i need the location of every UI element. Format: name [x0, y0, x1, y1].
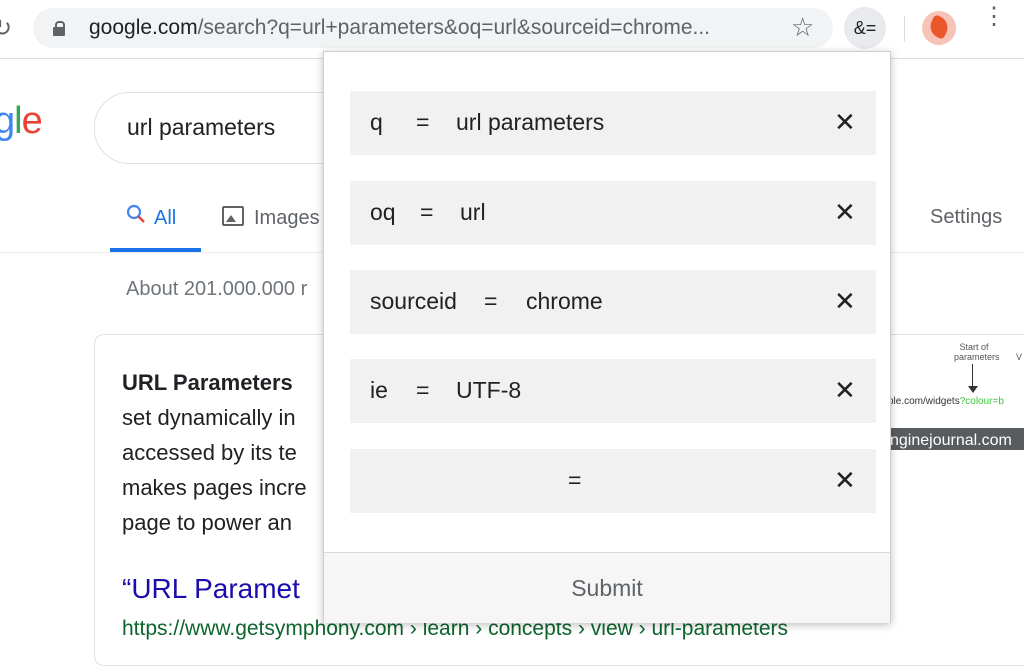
- remove-param-icon[interactable]: ✕: [834, 286, 856, 317]
- param-value[interactable]: chrome: [526, 288, 603, 315]
- param-key[interactable]: ie: [370, 377, 388, 404]
- image-url-param: ?colour=b: [959, 396, 1004, 407]
- tab-images[interactable]: Images: [222, 206, 320, 230]
- remove-param-icon[interactable]: ✕: [834, 375, 856, 406]
- param-key[interactable]: q: [370, 109, 383, 136]
- url-text[interactable]: google.com/search?q=url+parameters&oq=ur…: [89, 16, 710, 40]
- param-value[interactable]: url parameters: [456, 109, 604, 136]
- param-equals: =: [484, 288, 498, 314]
- image-url-host: ple.com/widgets: [888, 396, 960, 407]
- param-key[interactable]: oq: [370, 199, 396, 226]
- image-source-caption: nginejournal.com: [888, 428, 1024, 450]
- image-icon: [222, 206, 244, 226]
- image-edge-letter: V: [1016, 352, 1023, 362]
- param-row[interactable]: ie = UTF-8 ✕: [350, 359, 876, 423]
- snippet-line: page to power an: [122, 510, 293, 535]
- toolbar-divider: [904, 16, 905, 42]
- param-equals: =: [568, 467, 582, 493]
- lock-icon[interactable]: [53, 21, 65, 36]
- param-equals: =: [420, 199, 434, 225]
- image-arrow: [972, 364, 973, 388]
- remove-param-icon[interactable]: ✕: [834, 107, 856, 138]
- url-params-popup: q = url parameters ✕ oq = url ✕ sourceid…: [323, 51, 891, 623]
- image-url-text: ple.com/widgets?colour=b: [888, 396, 1004, 407]
- param-row[interactable]: q = url parameters ✕: [350, 91, 876, 155]
- browser-menu-icon[interactable]: ⋮: [982, 5, 1006, 29]
- tab-all[interactable]: All: [126, 204, 176, 230]
- submit-label: Submit: [571, 575, 643, 601]
- url-params-extension-button[interactable]: &=: [844, 7, 886, 49]
- snippet-line: accessed by its te: [122, 440, 297, 465]
- param-row[interactable]: oq = url ✕: [350, 181, 876, 245]
- param-key[interactable]: sourceid: [370, 288, 457, 315]
- snippet-line: makes pages incre: [122, 475, 307, 500]
- tab-images-label: Images: [254, 207, 320, 229]
- tab-settings[interactable]: Settings: [930, 206, 1002, 229]
- google-logo[interactable]: gle: [0, 100, 43, 143]
- result-title-link[interactable]: “URL Paramet: [122, 573, 300, 605]
- snippet-bold-term: URL Parameters: [122, 370, 293, 395]
- url-host: google.com: [89, 16, 198, 39]
- param-row-empty[interactable]: = ✕: [350, 449, 876, 513]
- param-row[interactable]: sourceid = chrome ✕: [350, 270, 876, 334]
- logo-letter-g: g: [0, 100, 15, 142]
- bookmark-star-icon[interactable]: ☆: [791, 12, 814, 43]
- tab-all-label: All: [154, 207, 177, 229]
- reload-icon[interactable]: ↻: [0, 14, 12, 43]
- param-equals: =: [416, 109, 430, 135]
- snippet-text: URL Parameters set dynamically in access…: [122, 365, 332, 540]
- image-label: Start of parameters: [954, 342, 1000, 362]
- submit-button[interactable]: Submit: [324, 552, 890, 623]
- address-bar[interactable]: google.com/search?q=url+parameters&oq=ur…: [33, 8, 833, 48]
- search-icon: [126, 204, 146, 230]
- profile-avatar[interactable]: [922, 11, 956, 45]
- snippet-image[interactable]: Start of parameters V ple.com/widgets?co…: [888, 340, 1024, 450]
- snippet-line: set dynamically in: [122, 405, 296, 430]
- logo-letter-e: e: [21, 100, 43, 142]
- image-arrowhead: [968, 386, 978, 393]
- param-equals: =: [416, 377, 430, 403]
- param-value[interactable]: url: [460, 199, 486, 226]
- remove-param-icon[interactable]: ✕: [834, 197, 856, 228]
- remove-param-icon[interactable]: ✕: [834, 465, 856, 496]
- url-path: /search?q=url+parameters&oq=url&sourceid…: [197, 16, 711, 39]
- logo-letter-l: l: [14, 100, 23, 142]
- fox-icon: [926, 14, 952, 40]
- search-query-text: url parameters: [127, 114, 276, 140]
- result-stats: About 201.000.000 r: [126, 278, 308, 300]
- param-value[interactable]: UTF-8: [456, 377, 521, 404]
